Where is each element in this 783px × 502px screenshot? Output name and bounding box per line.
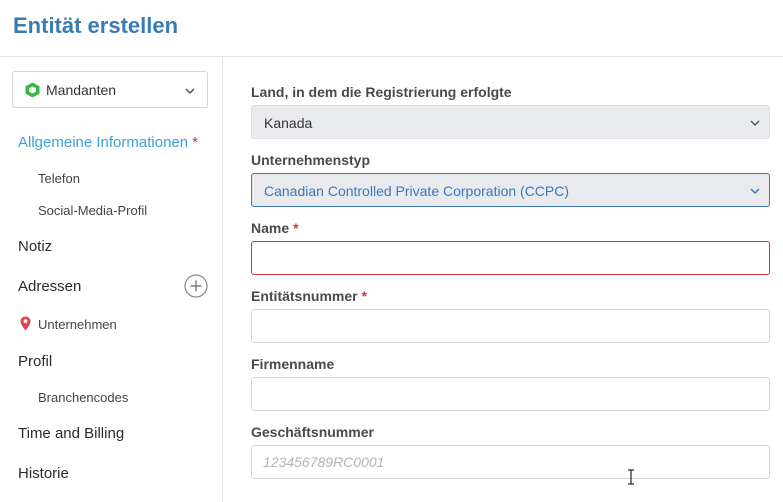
sidebar-item-time-billing[interactable]: Time and Billing bbox=[18, 425, 124, 442]
business-number-label: Geschäftsnummer bbox=[251, 424, 374, 440]
sidebar-item-label: Allgemeine Informationen bbox=[18, 134, 189, 151]
required-marker: * bbox=[192, 134, 198, 151]
name-input[interactable] bbox=[252, 242, 769, 274]
hexagon-icon bbox=[25, 82, 40, 98]
chevron-down-icon bbox=[750, 188, 760, 195]
chevron-down-icon bbox=[185, 88, 195, 95]
company-type-label: Unternehmenstyp bbox=[251, 152, 371, 168]
map-pin-icon bbox=[20, 316, 31, 331]
required-marker: * bbox=[293, 220, 299, 236]
sidebar-item-notiz[interactable]: Notiz bbox=[18, 238, 52, 255]
entity-number-input-box[interactable] bbox=[251, 309, 770, 343]
country-select[interactable]: Kanada bbox=[251, 105, 770, 139]
sidebar-item-telefon[interactable]: Telefon bbox=[38, 171, 80, 186]
header-divider bbox=[0, 56, 783, 57]
country-value: Kanada bbox=[264, 115, 313, 131]
name-label-text: Name bbox=[251, 220, 290, 236]
entity-number-label: Entitätsnummer * bbox=[251, 288, 367, 304]
sidebar-item-historie[interactable]: Historie bbox=[18, 465, 69, 482]
sidebar-item-general-info[interactable]: Allgemeine Informationen * bbox=[18, 134, 198, 151]
required-marker: * bbox=[361, 288, 368, 304]
company-type-select[interactable]: Canadian Controlled Private Corporation … bbox=[251, 173, 770, 207]
sidebar-item-unternehmen[interactable]: Unternehmen bbox=[38, 317, 117, 332]
sidebar-item-profil[interactable]: Profil bbox=[18, 353, 52, 370]
sidebar-item-branchencodes[interactable]: Branchencodes bbox=[38, 390, 128, 405]
name-input-box[interactable] bbox=[251, 241, 770, 275]
business-number-input-box[interactable] bbox=[251, 445, 770, 479]
company-type-value: Canadian Controlled Private Corporation … bbox=[264, 183, 570, 199]
company-name-input-box[interactable] bbox=[251, 377, 770, 411]
entity-number-label-text: Entitätsnummer bbox=[251, 288, 358, 304]
client-type-select[interactable]: Mandanten bbox=[12, 71, 208, 108]
country-label: Land, in dem die Registrierung erfolgte bbox=[251, 84, 512, 100]
business-number-input[interactable] bbox=[252, 446, 769, 478]
text-cursor-icon bbox=[628, 469, 634, 485]
name-label: Name * bbox=[251, 220, 299, 236]
plus-circle-icon[interactable] bbox=[184, 274, 208, 298]
sidebar-item-adressen[interactable]: Adressen bbox=[18, 278, 81, 295]
client-type-label: Mandanten bbox=[46, 82, 117, 98]
entity-number-input[interactable] bbox=[252, 310, 769, 342]
sidebar-item-social-media[interactable]: Social-Media-Profil bbox=[38, 203, 147, 218]
company-name-input[interactable] bbox=[252, 378, 769, 410]
sidebar-divider bbox=[222, 57, 223, 502]
page-title: Entität erstellen bbox=[13, 13, 179, 38]
chevron-down-icon bbox=[750, 120, 760, 127]
company-name-label: Firmenname bbox=[251, 356, 335, 372]
